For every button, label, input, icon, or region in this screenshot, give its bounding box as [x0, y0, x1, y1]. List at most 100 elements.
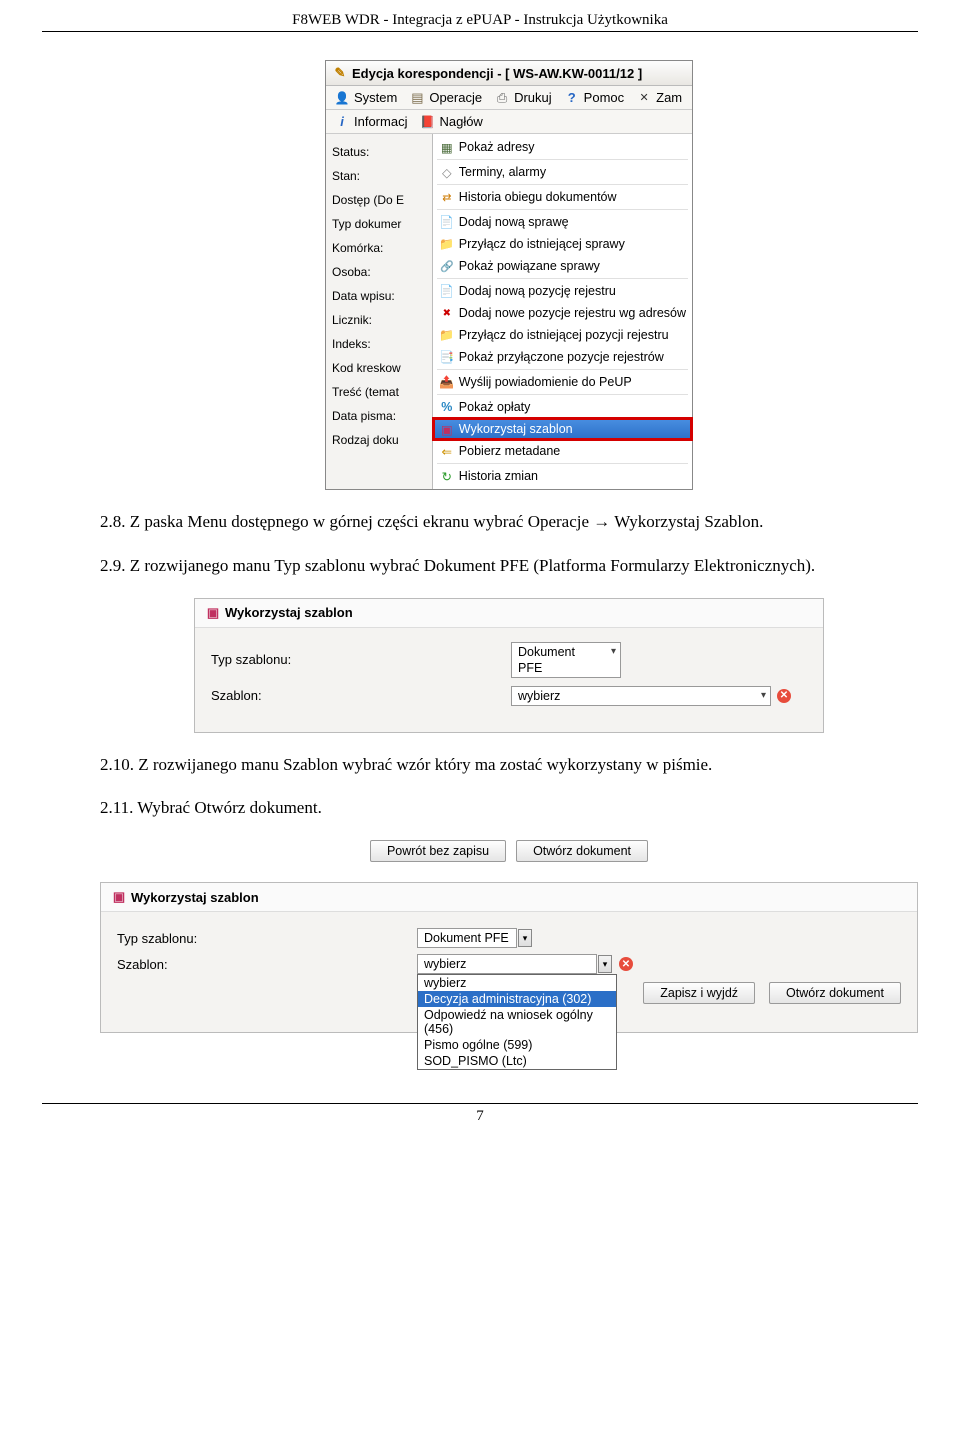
- menu-drukuj[interactable]: Drukuj: [488, 87, 558, 109]
- para-2-11: 2.11. Wybrać Otwórz dokument.: [100, 796, 918, 820]
- figure-use-template-small: Wykorzystaj szablon Typ szablonu: Dokume…: [100, 598, 918, 733]
- menu-sep: [437, 463, 688, 464]
- page-number: 7: [42, 1103, 918, 1125]
- szablon-dropdown-list: wybierz Decyzja administracyjna (302) Od…: [417, 974, 617, 1070]
- option-sod-pismo-ltc[interactable]: SOD_PISMO (Ltc): [418, 1053, 616, 1069]
- select-szablon[interactable]: wybierz▾: [417, 954, 597, 974]
- chevron-down-icon[interactable]: ▾: [518, 929, 532, 947]
- zapisz-i-wyjdz-button[interactable]: Zapisz i wyjdź: [643, 982, 755, 1004]
- mi-nowa-sprawa[interactable]: Dodaj nową sprawę: [433, 211, 692, 233]
- menu-sep: [437, 159, 688, 160]
- mi-pobierz-metadane[interactable]: Pobierz metadane: [433, 440, 692, 462]
- label-typ-szablonu: Typ szablonu:: [117, 931, 417, 946]
- mi-nowa-poz-rej[interactable]: Dodaj nową pozycję rejestru: [433, 280, 692, 302]
- template-icon: [205, 605, 221, 621]
- panel-header: Wykorzystaj szablon: [195, 599, 823, 628]
- label-typdok: Typ dokumer: [332, 212, 432, 236]
- label-szablon: Szablon:: [211, 688, 511, 703]
- menu-system[interactable]: System: [328, 87, 403, 109]
- para-2-8: 2.8. Z paska Menu dostępnego w górnej cz…: [100, 510, 918, 534]
- label-tresc: Treść (temat: [332, 380, 432, 404]
- menubar: System Operacje Drukuj Pomoc Zam: [326, 86, 692, 110]
- addresses-icon: [439, 139, 455, 155]
- label-stan: Stan:: [332, 164, 432, 188]
- mi-wykorzystaj-szablon[interactable]: Wykorzystaj szablon: [433, 418, 692, 440]
- send-icon: [439, 374, 455, 390]
- menu-sep: [437, 278, 688, 279]
- left-field-labels: Status: Stan: Dostęp (Do E Typ dokumer K…: [326, 134, 432, 489]
- info-icon: [334, 114, 350, 130]
- mi-pokaz-sprawy[interactable]: Pokaż powiązane sprawy: [433, 255, 692, 277]
- attach-folder-icon: [439, 327, 455, 343]
- menu-operacje[interactable]: Operacje: [403, 87, 488, 109]
- option-wybierz[interactable]: wybierz: [418, 975, 616, 991]
- mi-hist-obiegu[interactable]: Historia obiegu dokumentów: [433, 186, 692, 208]
- form-icon: [409, 90, 425, 106]
- clear-szablon-button[interactable]: ✕: [777, 689, 791, 703]
- option-pismo-599[interactable]: Pismo ogólne (599): [418, 1037, 616, 1053]
- template-icon: [439, 421, 455, 437]
- mi-nowe-poz-wg-adr[interactable]: Dodaj nowe pozycje rejestru wg adresów: [433, 302, 692, 324]
- otworz-dokument-button[interactable]: Otwórz dokument: [769, 982, 901, 1004]
- metadata-icon: [439, 443, 455, 459]
- label-datapisma: Data pisma:: [332, 404, 432, 428]
- menu-sep: [437, 184, 688, 185]
- tab-informacje[interactable]: Informacj: [328, 111, 413, 133]
- menu-sep: [437, 369, 688, 370]
- label-szablon: Szablon:: [117, 957, 417, 972]
- new-record-icon: [439, 283, 455, 299]
- menu-pomoc[interactable]: Pomoc: [558, 87, 630, 109]
- operacje-menu: Pokaż adresy Terminy, alarmy Historia ob…: [432, 134, 692, 489]
- new-record-x-icon: [439, 305, 455, 321]
- menu-zam[interactable]: Zam: [630, 87, 688, 109]
- mi-pokaz-adresy[interactable]: Pokaż adresy: [433, 136, 692, 158]
- book-icon: [419, 114, 435, 130]
- label-licznik: Licznik:: [332, 308, 432, 332]
- label-indeks: Indeks:: [332, 332, 432, 356]
- edit-icon: [332, 65, 348, 81]
- mi-historia-zmian[interactable]: Historia zmian: [433, 465, 692, 487]
- doc-header: F8WEB WDR - Integracja z ePUAP - Instruk…: [42, 0, 918, 32]
- mi-pokaz-poz-rej[interactable]: Pokaż przyłączone pozycje rejestrów: [433, 346, 692, 368]
- label-status: Status:: [332, 140, 432, 164]
- mi-pokaz-oplaty[interactable]: Pokaż opłaty: [433, 396, 692, 418]
- folder-icon: [439, 236, 455, 252]
- clear-szablon-button[interactable]: ✕: [619, 957, 633, 971]
- mi-terminy[interactable]: Terminy, alarmy: [433, 161, 692, 183]
- figure-use-template-expanded: Wykorzystaj szablon Typ szablonu: Dokume…: [100, 882, 918, 1033]
- panel-title: Wykorzystaj szablon: [225, 605, 353, 620]
- label-osoba: Osoba:: [332, 260, 432, 284]
- label-datawpisu: Data wpisu:: [332, 284, 432, 308]
- mi-przylacz-sprawa[interactable]: Przyłącz do istniejącej sprawy: [433, 233, 692, 255]
- otworz-dokument-button[interactable]: Otwórz dokument: [516, 840, 648, 862]
- menu-sep: [437, 209, 688, 210]
- select-typ-szablonu[interactable]: Dokument PFE: [511, 642, 621, 678]
- para-2-10: 2.10. Z rozwijanego manu Szablon wybrać …: [100, 753, 918, 777]
- option-odpowiedz-456[interactable]: Odpowiedź na wniosek ogólny (456): [418, 1007, 616, 1037]
- para-2-9: 2.9. Z rozwijanego manu Typ szablonu wyb…: [100, 554, 918, 578]
- mi-przylacz-poz-rej[interactable]: Przyłącz do istniejącej pozycji rejestru: [433, 324, 692, 346]
- window-title-text: Edycja korespondencji - [ WS-AW.KW-0011/…: [352, 66, 642, 81]
- mi-wyslij-peup[interactable]: Wyślij powiadomienie do PeUP: [433, 371, 692, 393]
- window-title: Edycja korespondencji - [ WS-AW.KW-0011/…: [326, 61, 692, 86]
- new-doc-icon: [439, 214, 455, 230]
- panel-header: Wykorzystaj szablon: [101, 883, 917, 912]
- label-typ-szablonu: Typ szablonu:: [211, 652, 511, 667]
- tab-naglowek[interactable]: Nagłów: [413, 111, 488, 133]
- menu-sep: [437, 394, 688, 395]
- select-typ-szablonu[interactable]: Dokument PFE▾: [417, 928, 517, 948]
- option-decyzja-302[interactable]: Decyzja administracyjna (302): [418, 991, 616, 1007]
- chevron-down-icon[interactable]: ▾: [598, 955, 612, 973]
- help-icon: [564, 90, 580, 106]
- select-szablon[interactable]: wybierz: [511, 686, 771, 706]
- powrot-bez-zapisu-button[interactable]: Powrót bez zapisu: [370, 840, 506, 862]
- linked-icon: [439, 258, 455, 274]
- tabs: Informacj Nagłów: [326, 110, 692, 134]
- panel-title: Wykorzystaj szablon: [131, 890, 259, 905]
- label-dostep: Dostęp (Do E: [332, 188, 432, 212]
- show-records-icon: [439, 349, 455, 365]
- print-icon: [494, 90, 510, 106]
- figure-edit-correspondence: Edycja korespondencji - [ WS-AW.KW-0011/…: [100, 60, 918, 490]
- flow-history-icon: [439, 189, 455, 205]
- deadline-icon: [439, 164, 455, 180]
